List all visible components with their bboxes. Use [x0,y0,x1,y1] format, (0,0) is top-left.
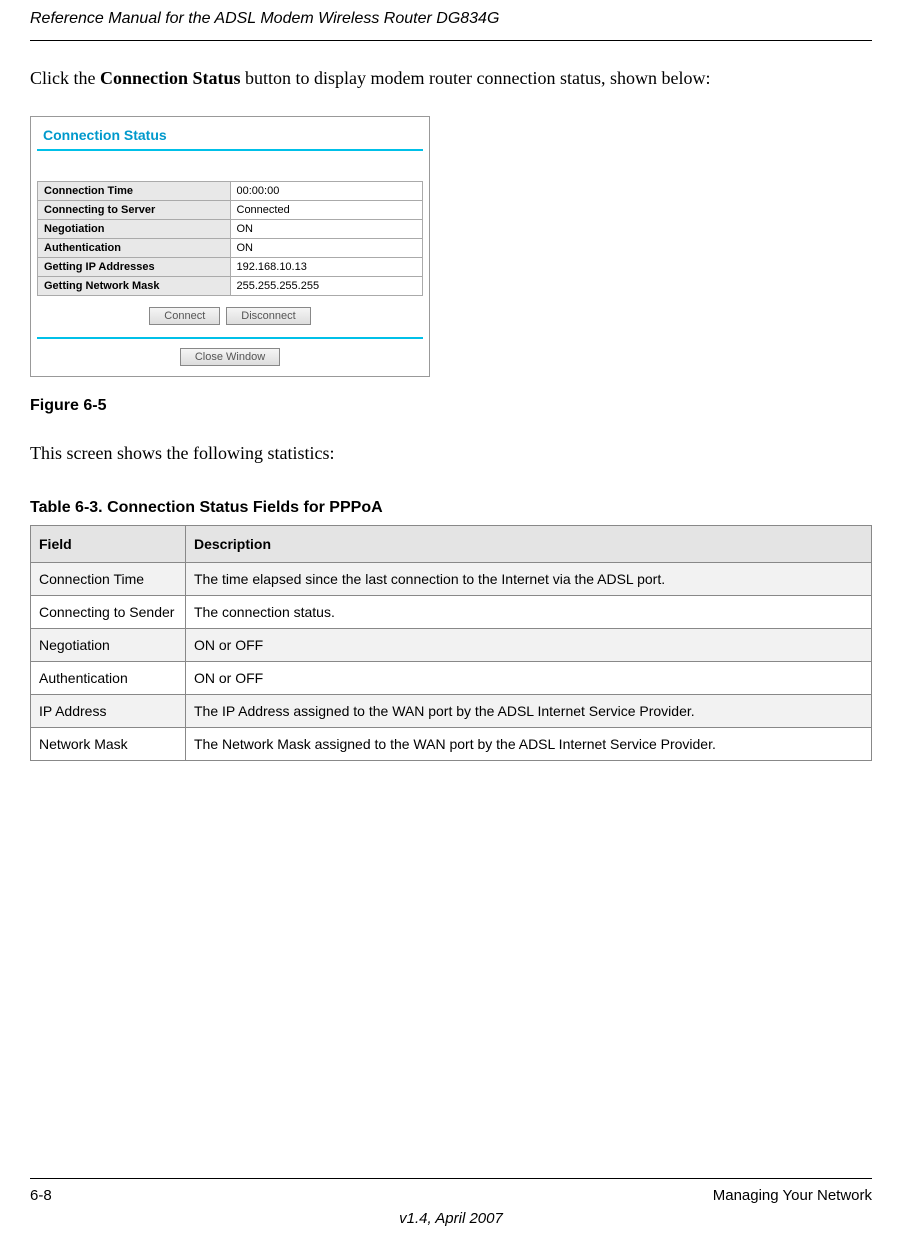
fields-table: Field Description Connection Time The ti… [30,525,872,761]
table-cell-field: Connection Time [31,563,186,596]
button-row-bottom: Close Window [37,347,423,370]
status-row: Connecting to Server Connected [38,201,423,220]
connection-status-screenshot: Connection Status Connection Time 00:00:… [30,116,430,377]
table-cell-description: The connection status. [186,596,872,629]
table-cell-field: Network Mask [31,728,186,761]
status-row: Negotiation ON [38,220,423,239]
table-caption: Table 6-3. Connection Status Fields for … [30,499,872,517]
table-header-description: Description [186,526,872,563]
page-header: Reference Manual for the ADSL Modem Wire… [30,0,872,41]
status-value: 00:00:00 [230,182,423,201]
status-value: Connected [230,201,423,220]
status-label: Connection Time [38,182,231,201]
table-row: Connection Time The time elapsed since t… [31,563,872,596]
table-header-field: Field [31,526,186,563]
table-row: Connecting to Sender The connection stat… [31,596,872,629]
status-label: Authentication [38,239,231,258]
table-cell-description: ON or OFF [186,629,872,662]
footer-page-number: 6-8 [30,1187,52,1204]
table-cell-description: ON or OFF [186,662,872,695]
table-header-row: Field Description [31,526,872,563]
status-table: Connection Time 00:00:00 Connecting to S… [37,181,423,296]
status-label: Connecting to Server [38,201,231,220]
intro-bold: Connection Status [100,68,241,88]
table-cell-field: Connecting to Sender [31,596,186,629]
table-row: Authentication ON or OFF [31,662,872,695]
figure-caption: Figure 6-5 [30,397,872,415]
table-cell-field: IP Address [31,695,186,728]
status-row: Getting IP Addresses 192.168.10.13 [38,258,423,277]
divider-line [37,149,423,151]
divider-line [37,337,423,339]
intro-paragraph: Click the Connection Status button to di… [30,66,872,91]
body-text: This screen shows the following statisti… [30,443,872,464]
table-row: Network Mask The Network Mask assigned t… [31,728,872,761]
header-title: Reference Manual for the ADSL Modem Wire… [30,10,499,27]
table-row: IP Address The IP Address assigned to th… [31,695,872,728]
status-value: 255.255.255.255 [230,277,423,296]
button-row-top: Connect Disconnect [37,296,423,329]
footer-version: v1.4, April 2007 [30,1210,872,1227]
disconnect-button[interactable]: Disconnect [226,307,310,325]
footer-section: Managing Your Network [713,1187,872,1204]
status-value: ON [230,220,423,239]
intro-suffix: button to display modem router connectio… [241,68,711,88]
table-cell-description: The Network Mask assigned to the WAN por… [186,728,872,761]
table-row: Negotiation ON or OFF [31,629,872,662]
status-value: 192.168.10.13 [230,258,423,277]
connect-button[interactable]: Connect [149,307,220,325]
page-footer: 6-8 Managing Your Network v1.4, April 20… [30,1178,872,1227]
table-cell-description: The time elapsed since the last connecti… [186,563,872,596]
screenshot-title: Connection Status [37,123,423,147]
table-cell-field: Negotiation [31,629,186,662]
close-window-button[interactable]: Close Window [180,348,280,366]
status-label: Negotiation [38,220,231,239]
status-value: ON [230,239,423,258]
table-cell-description: The IP Address assigned to the WAN port … [186,695,872,728]
status-row: Connection Time 00:00:00 [38,182,423,201]
status-label: Getting Network Mask [38,277,231,296]
status-row: Authentication ON [38,239,423,258]
status-label: Getting IP Addresses [38,258,231,277]
intro-prefix: Click the [30,68,100,88]
status-row: Getting Network Mask 255.255.255.255 [38,277,423,296]
table-cell-field: Authentication [31,662,186,695]
footer-row: 6-8 Managing Your Network [30,1187,872,1204]
